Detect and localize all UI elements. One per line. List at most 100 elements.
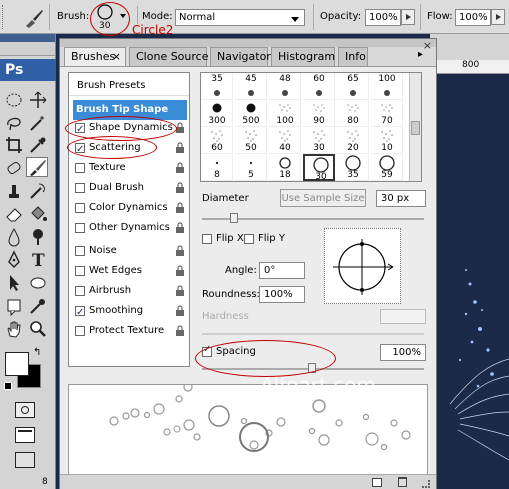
brush-thumbnail[interactable]: 59 (371, 154, 403, 181)
diameter-slider-knob[interactable] (230, 213, 238, 223)
jump-to-imageready-icon[interactable] (15, 452, 35, 468)
option-checkbox[interactable] (75, 326, 85, 336)
brush-thumbnail[interactable]: 5 (235, 154, 267, 181)
new-brush-icon[interactable] (372, 478, 382, 487)
tab-histogram[interactable]: Histogram (271, 47, 335, 66)
tab-clone-source[interactable]: Clone Source (129, 47, 208, 66)
brush-thumbnail[interactable]: 30 (303, 154, 335, 182)
lock-icon[interactable] (175, 325, 185, 337)
tab-close-icon[interactable]: × (112, 50, 121, 63)
brush-thumbnail[interactable]: 20 (337, 127, 369, 154)
brush-thumbnail[interactable]: 10 (371, 127, 403, 154)
blur-tool-icon[interactable] (3, 227, 25, 247)
document-canvas[interactable]: 800 (430, 34, 509, 489)
brush-thumbnail[interactable]: 70 (371, 100, 403, 127)
eraser-tool-icon[interactable] (3, 204, 25, 224)
option-checkbox[interactable] (75, 163, 85, 173)
eyedropper-sample-tool-icon[interactable] (27, 296, 49, 316)
brush-option-texture[interactable]: Texture (69, 158, 189, 178)
brush-thumbnail[interactable]: 8 (201, 154, 233, 181)
mode-select[interactable]: Normal (175, 9, 305, 26)
roundness-field[interactable]: 100% (259, 286, 305, 303)
angle-roundness-preview[interactable] (324, 228, 401, 304)
default-colors-icon[interactable] (4, 382, 12, 390)
history-brush-tool-icon[interactable] (27, 181, 49, 201)
resize-grip-icon[interactable] (422, 480, 430, 488)
brush-thumbnail[interactable]: 40 (269, 127, 301, 154)
magic-wand-tool-icon[interactable] (27, 113, 49, 133)
brush-thumbnail[interactable]: 80 (337, 100, 369, 127)
brush-thumbnail[interactable]: 48 (269, 73, 301, 100)
brush-thumbnail[interactable]: 300 (201, 100, 233, 127)
brush-option-color-dynamics[interactable]: Color Dynamics (69, 198, 189, 218)
brush-option-protect-texture[interactable]: Protect Texture (69, 321, 189, 341)
move-tool-icon[interactable] (27, 90, 49, 110)
option-checkbox[interactable] (75, 183, 85, 193)
thumbnail-scrollbar[interactable] (409, 73, 421, 181)
quick-mask-icon[interactable] (15, 402, 35, 418)
marquee-tool-icon[interactable] (3, 90, 25, 110)
brush-thumbnail[interactable]: 60 (201, 127, 233, 154)
option-checkbox[interactable] (75, 223, 85, 233)
brush-presets-item[interactable]: Brush Presets (69, 76, 189, 96)
brush-thumbnail[interactable]: 100 (269, 100, 301, 127)
healing-brush-tool-icon[interactable] (3, 158, 25, 178)
path-selection-tool-icon[interactable] (3, 273, 25, 293)
lock-icon[interactable] (175, 142, 185, 154)
brush-thumbnail[interactable]: 65 (337, 73, 369, 100)
brush-thumbnail[interactable]: 100 (371, 73, 403, 100)
panel-menu-icon[interactable]: ▸ (418, 50, 428, 60)
zoom-tool-icon[interactable] (27, 319, 49, 339)
lock-icon[interactable] (175, 245, 185, 257)
clone-stamp-tool-icon[interactable] (3, 181, 25, 201)
brush-option-wet-edges[interactable]: Wet Edges (69, 261, 189, 281)
flip-x-checkbox[interactable] (202, 234, 212, 244)
brush-thumbnail[interactable]: 90 (303, 100, 335, 127)
flip-y-checkbox[interactable] (244, 234, 254, 244)
opacity-field[interactable]: 100% (365, 9, 401, 26)
screen-mode-icon[interactable] (15, 427, 35, 443)
opacity-slider-button[interactable] (401, 9, 415, 25)
brush-option-smoothing[interactable]: Smoothing (69, 301, 189, 323)
diameter-field[interactable]: 30 px (376, 190, 426, 207)
brush-option-other-dynamics[interactable]: Other Dynamics (69, 218, 189, 238)
hand-tool-icon[interactable] (3, 319, 25, 339)
brush-tool-icon[interactable] (26, 157, 48, 177)
brush-thumbnail[interactable]: 500 (235, 100, 267, 127)
spacing-field[interactable]: 100% (380, 344, 426, 361)
scrollbar-thumb[interactable] (411, 121, 420, 135)
dodge-tool-icon[interactable] (27, 227, 49, 247)
crop-tool-icon[interactable] (3, 135, 25, 155)
type-tool-icon[interactable]: T (27, 250, 49, 271)
lock-icon[interactable] (175, 162, 185, 174)
brush-option-airbrush[interactable]: Airbrush (69, 281, 189, 301)
tab-info[interactable]: Info (338, 47, 368, 66)
horizontal-ruler[interactable]: 800 (430, 60, 509, 74)
angle-field[interactable]: 0° (259, 262, 305, 279)
brush-thumbnail[interactable]: 60 (303, 73, 335, 100)
option-checkbox[interactable] (75, 286, 85, 296)
lock-icon[interactable] (175, 285, 185, 297)
tools-panel-titlebar[interactable] (0, 34, 55, 42)
lasso-tool-icon[interactable] (3, 113, 25, 133)
paint-bucket-tool-icon[interactable] (27, 204, 49, 224)
photoshop-logo[interactable]: Ps (0, 59, 56, 81)
shape-tool-icon[interactable] (27, 273, 49, 293)
option-checkbox[interactable] (75, 266, 85, 276)
flow-field[interactable]: 100% (455, 9, 491, 26)
tab-brushes[interactable]: Brushes × (64, 47, 126, 66)
swap-colors-icon[interactable]: ↰ (33, 348, 43, 358)
brush-tool-preset-icon[interactable] (22, 6, 44, 28)
brush-thumbnail[interactable]: 35 (201, 73, 233, 100)
lock-icon[interactable] (175, 265, 185, 277)
options-bar-grip[interactable] (2, 5, 5, 29)
brush-thumbnail[interactable]: 35 (337, 154, 369, 181)
option-checkbox[interactable] (75, 203, 85, 213)
pen-tool-icon[interactable] (3, 250, 25, 270)
foreground-color-swatch[interactable] (5, 352, 29, 376)
lock-icon[interactable] (175, 202, 185, 214)
notes-tool-icon[interactable] (3, 296, 25, 317)
lock-icon[interactable] (175, 182, 185, 194)
eyedropper-tool-icon[interactable] (27, 135, 49, 155)
brush-thumbnail[interactable]: 30 (303, 127, 335, 154)
